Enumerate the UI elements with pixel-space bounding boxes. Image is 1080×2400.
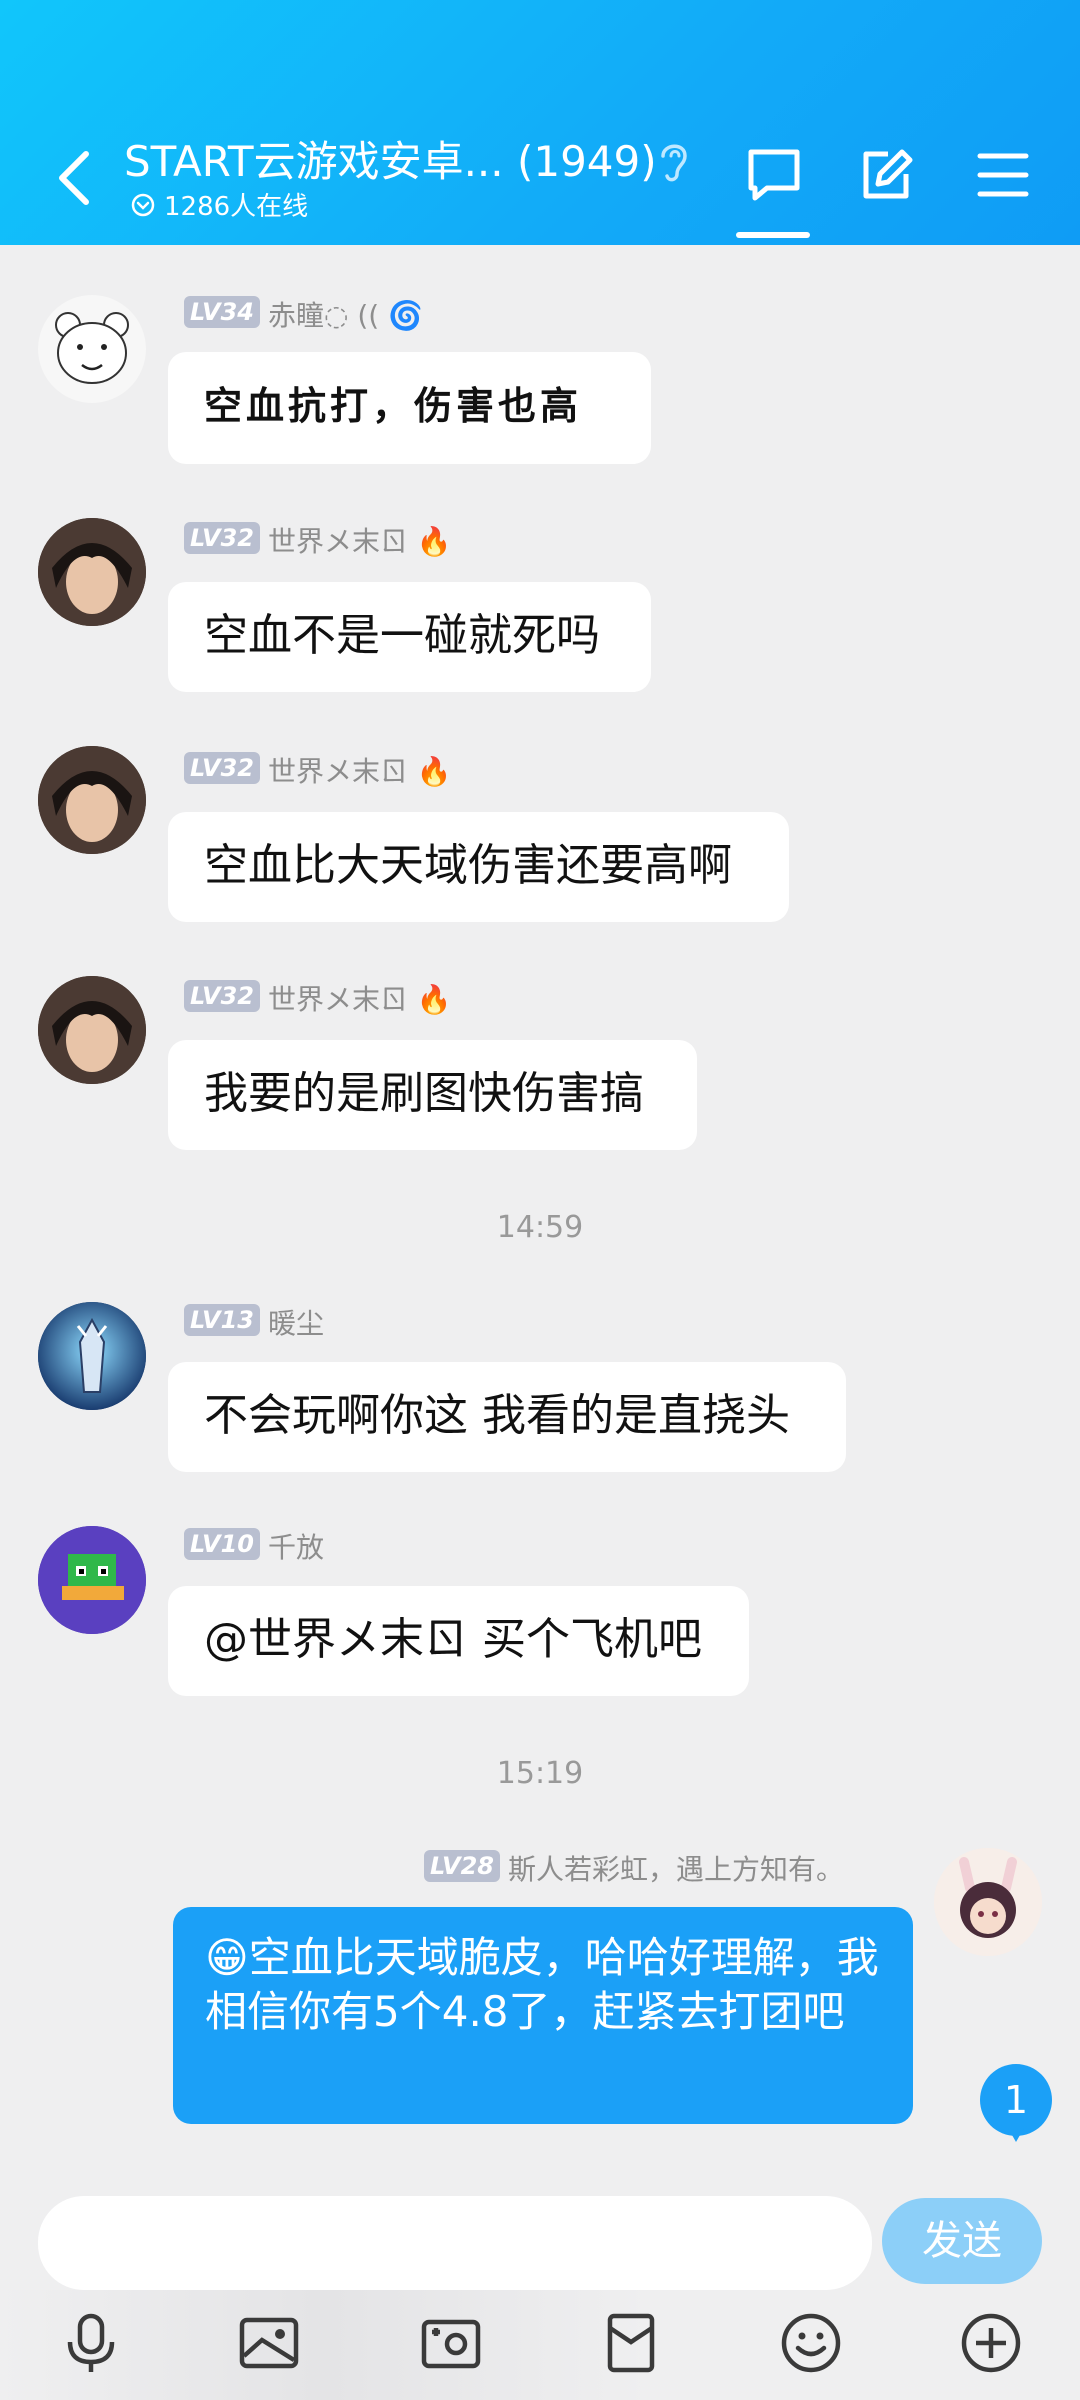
- edit-icon[interactable]: [858, 146, 916, 204]
- message-bubble[interactable]: 不会玩啊你这 我看的是直挠头: [168, 1362, 846, 1472]
- person-icon: [38, 518, 146, 626]
- avatar[interactable]: [38, 1302, 146, 1410]
- level-badge: LV32: [184, 522, 260, 554]
- emoji-icon[interactable]: [778, 2310, 844, 2376]
- level-badge: LV28: [424, 1850, 500, 1882]
- avatar[interactable]: [38, 976, 146, 1084]
- chat-header: START云游戏安卓... (1949) 1286人在线: [0, 0, 1080, 245]
- person-icon: [38, 976, 146, 1084]
- image-icon[interactable]: [236, 2310, 302, 2376]
- group-title[interactable]: START云游戏安卓... (1949): [124, 128, 657, 189]
- online-count-text: 1286人在线: [164, 192, 309, 222]
- microphone-icon[interactable]: [58, 2310, 124, 2376]
- avatar[interactable]: [934, 1848, 1042, 1956]
- unread-badge[interactable]: 1: [980, 2064, 1052, 2136]
- timestamp: 15:19: [496, 1756, 584, 1791]
- warrior-icon: [38, 1302, 146, 1410]
- red-packet-icon[interactable]: [598, 2310, 664, 2376]
- duck-icon: [38, 1526, 146, 1634]
- sender-name[interactable]: 千放: [268, 1526, 324, 1566]
- anime-girl-icon: [934, 1848, 1042, 1956]
- level-badge: LV32: [184, 980, 260, 1012]
- chat-icon[interactable]: [745, 146, 803, 204]
- send-button[interactable]: 发送: [882, 2198, 1042, 2284]
- bear-face-icon: [38, 295, 146, 403]
- unread-badge-tail: [1008, 2128, 1024, 2142]
- level-badge: LV34: [184, 296, 260, 328]
- message-bubble[interactable]: 空血不是一碰就死吗: [168, 582, 651, 692]
- ear-icon[interactable]: [655, 138, 693, 184]
- level-badge: LV13: [184, 1304, 260, 1336]
- avatar[interactable]: [38, 295, 146, 403]
- online-count: 1286人在线: [130, 186, 308, 223]
- sender-name[interactable]: 世界メ末ㄖ 🔥: [268, 520, 452, 560]
- my-message-bubble[interactable]: 😁空血比天域脆皮，哈哈好理解，我相信你有5个4.8了，赶紧去打团吧: [173, 1907, 913, 2124]
- person-icon: [38, 746, 146, 854]
- camera-icon[interactable]: [418, 2310, 484, 2376]
- level-badge: LV10: [184, 1528, 260, 1560]
- level-badge: LV32: [184, 752, 260, 784]
- active-tab-indicator: [736, 232, 810, 238]
- avatar[interactable]: [38, 1526, 146, 1634]
- message-input[interactable]: [38, 2196, 872, 2290]
- message-bubble[interactable]: 我要的是刷图快伤害搞: [168, 1040, 697, 1150]
- avatar[interactable]: [38, 518, 146, 626]
- message-bubble[interactable]: @世界メ末ㄖ 买个飞机吧: [168, 1586, 749, 1696]
- online-check-icon: [131, 193, 155, 216]
- timestamp: 14:59: [496, 1210, 584, 1245]
- sender-name[interactable]: 赤瞳◌ (( 🌀: [268, 294, 423, 334]
- sender-name[interactable]: 世界メ末ㄖ 🔥: [268, 750, 452, 790]
- plus-icon[interactable]: [958, 2310, 1024, 2376]
- sender-name[interactable]: 世界メ末ㄖ 🔥: [268, 978, 452, 1018]
- back-icon[interactable]: [52, 148, 96, 208]
- avatar[interactable]: [38, 746, 146, 854]
- sender-name[interactable]: 暖尘: [268, 1302, 324, 1342]
- sender-name[interactable]: 斯人若彩虹，遇上方知有。: [508, 1848, 844, 1888]
- bottom-toolbar: [0, 2290, 1080, 2400]
- menu-icon[interactable]: [974, 146, 1032, 204]
- message-bubble[interactable]: 空血比大天域伤害还要高啊: [168, 812, 789, 922]
- message-bubble[interactable]: 空血抗打，伤害也高: [168, 352, 651, 464]
